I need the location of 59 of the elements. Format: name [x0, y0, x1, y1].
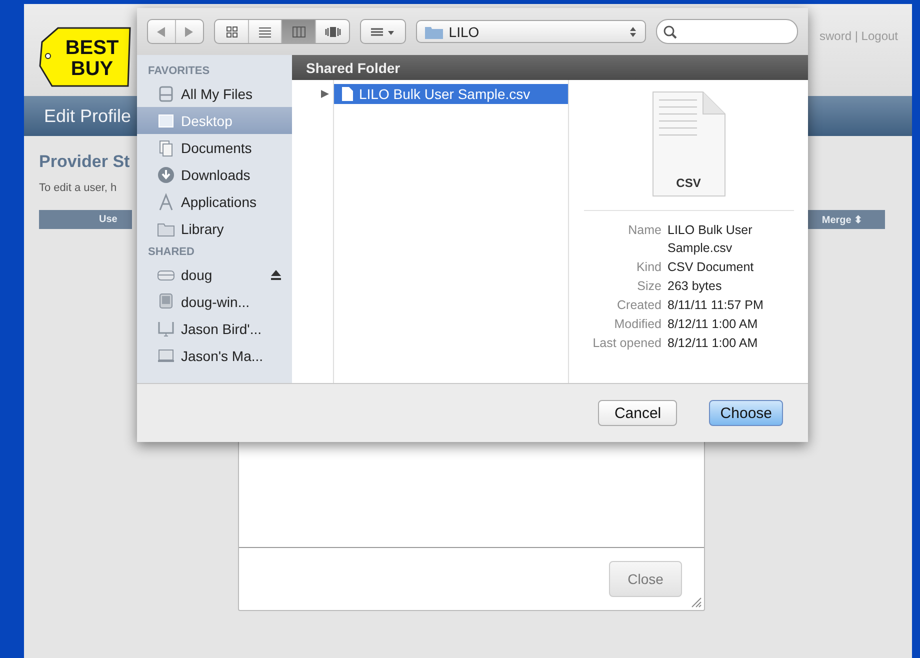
dialog-button[interactable]: Cancel — [598, 400, 678, 426]
info-value: 8/11/11 11:57 PM — [668, 297, 764, 314]
sidebar-item[interactable]: Downloads — [137, 161, 292, 188]
info-value: CSV Document — [668, 259, 755, 276]
view-selector[interactable] — [214, 19, 350, 44]
stepper-arrows-icon — [628, 26, 637, 38]
file-row[interactable]: LILO Bulk User Sample.csv — [334, 84, 568, 104]
computer-icon — [157, 320, 175, 338]
drawer-icon — [157, 84, 175, 102]
sidebar-item[interactable]: Jason Bird'... — [137, 315, 292, 342]
sidebar-section-title: SHARED — [147, 245, 196, 260]
info-label: Kind — [635, 259, 662, 276]
info-label: Modified — [613, 316, 662, 333]
sidebar-item[interactable]: Documents — [137, 134, 292, 161]
info-label: Size — [636, 278, 662, 295]
intro-text: To edit a user, h — [39, 182, 117, 194]
resize-grip-icon[interactable] — [690, 596, 702, 608]
folder-icon — [424, 24, 443, 38]
info-value: 263 bytes — [668, 278, 723, 295]
sidebar-item[interactable]: All My Files — [137, 80, 292, 107]
sidebar-item[interactable]: Library — [137, 215, 292, 242]
document-icon: CSV — [650, 90, 726, 198]
info-value: LILO Bulk User Sample.csv — [668, 222, 754, 257]
right-arrow-icon — [185, 26, 194, 36]
path-popup[interactable]: LILO — [416, 20, 646, 43]
cover-flow-icon — [324, 26, 341, 38]
eject-icon[interactable] — [270, 268, 282, 280]
search-icon — [662, 24, 677, 38]
dialog-button[interactable]: Choose — [709, 400, 783, 426]
sidebar-item[interactable]: Jason's Ma... — [137, 342, 292, 369]
info-value: 8/12/11 1:00 AM — [668, 316, 759, 333]
page-heading: Provider St — [39, 152, 131, 172]
download-icon — [157, 166, 175, 184]
columns-view-icon — [292, 26, 306, 38]
info-label: Name — [627, 222, 662, 239]
laptop-icon — [157, 348, 175, 364]
sidebar-item[interactable]: doug-win... — [137, 288, 292, 315]
left-arrow-icon — [157, 26, 166, 36]
sidebar-section-title: FAVORITES — [147, 64, 211, 79]
search-field[interactable] — [656, 19, 798, 44]
documents-icon — [157, 138, 175, 156]
icon-view-icon — [226, 26, 238, 38]
close-button[interactable]: Close — [609, 561, 682, 597]
disclosure-arrow-icon — [321, 90, 329, 98]
sidebar-item[interactable]: Applications — [137, 188, 292, 215]
info-label: Created — [616, 297, 662, 314]
arrange-icon — [371, 26, 396, 36]
nav-title: Edit Profile — [44, 106, 132, 126]
column-title: Shared Folder — [306, 60, 400, 76]
list-view-icon — [259, 26, 272, 38]
monitor-icon — [157, 292, 175, 310]
view-button[interactable] — [282, 20, 316, 43]
sidebar-item[interactable]: doug — [137, 261, 292, 288]
folder-icon — [157, 220, 175, 236]
file-icon — [342, 87, 353, 101]
info-label: Last opened — [592, 335, 662, 352]
applications-icon — [157, 192, 175, 210]
desktop-icon — [157, 112, 175, 130]
info-value: 8/12/11 1:00 AM — [668, 335, 759, 352]
